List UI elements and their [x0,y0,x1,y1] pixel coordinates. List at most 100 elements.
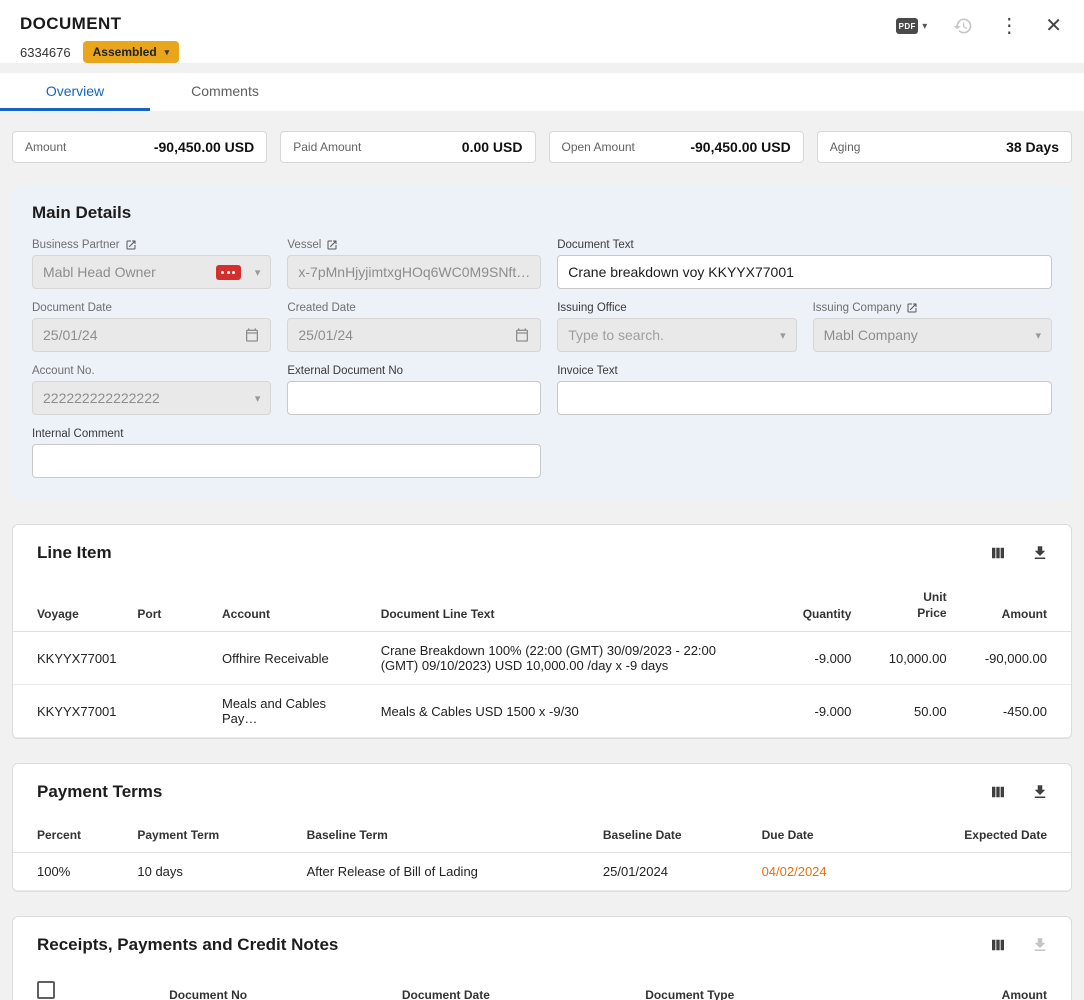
summary-label: Open Amount [562,140,635,154]
cell-expected-date [902,853,1071,891]
table-row[interactable]: KKYYX77001 Meals and Cables Pay… Meals &… [13,685,1071,738]
line-item-header: Line Item [13,541,1071,563]
vessel-field[interactable]: x-7pMnHjyjimtxgHOq6WC0M9SNft… [287,255,541,289]
cell-port [129,632,214,685]
field-label: Issuing Office [557,302,796,314]
summary-card-amount: Amount -90,450.00 USD [12,131,267,163]
main-details-panel: Main Details Business Partner Mabl Head … [12,185,1072,500]
select-all-checkbox[interactable] [37,981,55,999]
chevron-down-icon: ▾ [255,392,261,405]
payment-terms-table: Percent Payment Term Baseline Term Basel… [13,818,1071,891]
columns-icon[interactable] [989,783,1007,801]
summary-value: -90,450.00 USD [154,139,254,155]
history-icon [953,16,973,36]
chevron-down-icon: ▾ [922,21,927,32]
pdf-export-button[interactable]: PDF ▾ [896,18,927,34]
chevron-down-icon: ▾ [165,47,170,58]
col-document-line-text: Document Line Text [373,579,764,632]
issuing-company-select[interactable]: Mabl Company ▾ [813,318,1052,352]
line-item-table: Voyage Port Account Document Line Text Q… [13,579,1071,738]
summary-card-aging: Aging 38 Days [817,131,1072,163]
cell-payment-term: 10 days [129,853,298,891]
section-title: Line Item [37,543,112,563]
cell-unit-price: 50.00 [859,685,954,738]
summary-value: -90,450.00 USD [690,139,790,155]
tab-comments[interactable]: Comments [150,73,300,111]
close-icon: ✕ [1045,16,1062,36]
columns-icon[interactable] [989,544,1007,562]
tab-bar: Overview Comments [0,73,1084,111]
summary-label: Aging [830,140,861,154]
table-row[interactable]: 100% 10 days After Release of Bill of La… [13,853,1071,891]
created-date-field[interactable]: 25/01/24 [287,318,541,352]
document-body: Amount -90,450.00 USD Paid Amount 0.00 U… [0,111,1084,1000]
field-business-partner: Business Partner Mabl Head Owner ▾ [32,239,271,289]
tab-overview[interactable]: Overview [0,73,150,111]
field-label: Issuing Company [813,302,1052,314]
table-actions [989,544,1049,562]
field-label: Account No. [32,365,271,377]
col-document-type: Document Type [637,971,954,1000]
field-issuing-office: Issuing Office Type to search. ▾ [557,302,796,352]
more-menu-button[interactable]: ⋮ [999,16,1019,36]
col-select [13,971,161,1000]
col-baseline-date: Baseline Date [595,818,754,853]
col-port: Port [129,579,214,632]
field-issuing-company: Issuing Company Mabl Company ▾ [813,302,1052,352]
issuing-office-select[interactable]: Type to search. ▾ [557,318,796,352]
document-subheader: 6334676 Assembled ▾ [20,41,1064,63]
main-details-grid: Business Partner Mabl Head Owner ▾ Vesse… [32,239,1052,478]
download-icon[interactable] [1031,783,1049,801]
field-external-document-no: External Document No [287,365,541,415]
account-no-select[interactable]: 222222222222222 ▾ [32,381,271,415]
summary-value: 38 Days [1006,139,1059,155]
col-unit-price: Unit Price [859,579,954,632]
col-baseline-term: Baseline Term [299,818,595,853]
table-row[interactable]: KKYYX77001 Offhire Receivable Crane Brea… [13,632,1071,685]
document-date-field[interactable]: 25/01/24 [32,318,271,352]
cell-quantity: -9.000 [764,685,859,738]
download-icon[interactable] [1031,544,1049,562]
invoice-text-input[interactable] [557,381,1052,415]
business-partner-select[interactable]: Mabl Head Owner ▾ [32,255,271,289]
cell-document-line-text: Meals & Cables USD 1500 x -9/30 [373,685,764,738]
field-label: External Document No [287,365,541,377]
history-button[interactable] [953,16,973,36]
close-button[interactable]: ✕ [1045,16,1062,36]
more-vertical-icon: ⋮ [999,16,1019,36]
external-link-icon[interactable] [125,239,137,251]
cell-baseline-date: 25/01/2024 [595,853,754,891]
table-header-row: Document No Document Date Document Type … [13,971,1071,1000]
cell-document-line-text: Crane Breakdown 100% (22:00 (GMT) 30/09/… [373,632,764,685]
col-account: Account [214,579,373,632]
document-window: DOCUMENT 6334676 Assembled ▾ PDF ▾ ⋮ ✕ O… [0,0,1084,1000]
receipts-table: Document No Document Date Document Type … [13,971,1071,1000]
cell-account: Meals and Cables Pay… [214,685,373,738]
status-badge[interactable]: Assembled ▾ [83,41,180,63]
external-document-no-input[interactable] [287,381,541,415]
summary-label: Paid Amount [293,140,361,154]
document-text-input[interactable] [557,255,1052,289]
download-icon[interactable] [1031,936,1049,954]
external-link-icon[interactable] [906,302,918,314]
columns-icon[interactable] [989,936,1007,954]
summary-card-open-amount: Open Amount -90,450.00 USD [549,131,804,163]
cell-unit-price: 10,000.00 [859,632,954,685]
header-actions: PDF ▾ ⋮ ✕ [896,16,1062,36]
field-invoice-text: Invoice Text [557,365,1052,415]
col-quantity: Quantity [764,579,859,632]
col-document-no: Document No [161,971,394,1000]
field-label: Business Partner [32,239,271,251]
chevron-down-icon: ▾ [255,266,261,279]
cell-voyage: KKYYX77001 [13,632,129,685]
table-actions [989,936,1049,954]
cell-quantity: -9.000 [764,632,859,685]
table-actions [989,783,1049,801]
cell-account: Offhire Receivable [214,632,373,685]
external-link-icon[interactable] [326,239,338,251]
field-label: Internal Comment [32,428,541,440]
internal-comment-input[interactable] [32,444,541,478]
col-amount: Amount [955,971,1071,1000]
field-internal-comment: Internal Comment [32,428,541,478]
col-due-date: Due Date [754,818,902,853]
